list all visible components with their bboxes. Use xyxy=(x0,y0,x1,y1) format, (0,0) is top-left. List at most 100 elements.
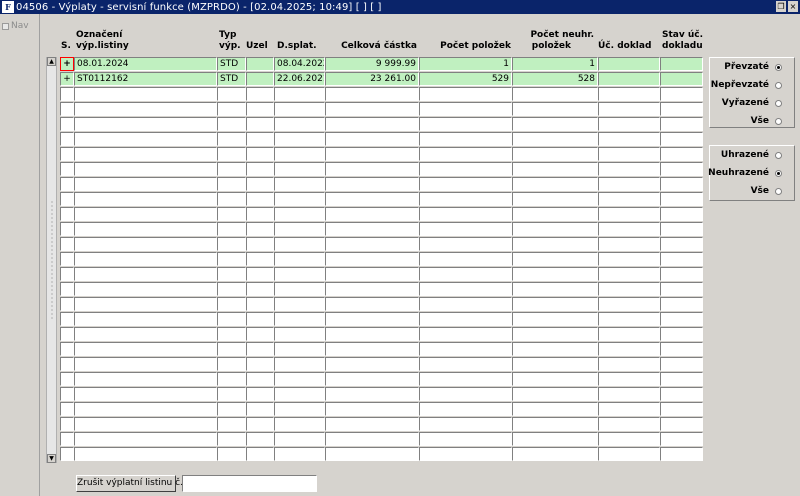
table-cell[interactable] xyxy=(74,297,217,311)
close-icon[interactable]: × xyxy=(788,1,798,12)
table-cell[interactable] xyxy=(60,327,74,341)
table-cell[interactable] xyxy=(512,432,598,446)
table-cell[interactable] xyxy=(60,432,74,446)
table-cell[interactable] xyxy=(246,237,274,251)
table-cell[interactable] xyxy=(419,147,512,161)
radio-button-icon[interactable] xyxy=(775,151,782,159)
table-cell[interactable] xyxy=(60,342,74,356)
table-cell[interactable] xyxy=(246,282,274,296)
table-cell[interactable] xyxy=(60,117,74,131)
table-cell[interactable] xyxy=(74,417,217,431)
table-cell[interactable] xyxy=(60,297,74,311)
table-cell[interactable] xyxy=(274,222,325,236)
table-cell[interactable] xyxy=(274,327,325,341)
table-cell[interactable] xyxy=(598,312,660,326)
table-cell[interactable] xyxy=(660,252,703,266)
cell-pocet[interactable]: 1 xyxy=(419,57,512,71)
table-cell[interactable] xyxy=(419,207,512,221)
table-cell[interactable] xyxy=(274,282,325,296)
table-cell[interactable] xyxy=(60,222,74,236)
table-cell[interactable] xyxy=(512,402,598,416)
table-cell[interactable] xyxy=(74,207,217,221)
table-cell[interactable] xyxy=(246,132,274,146)
table-cell[interactable] xyxy=(60,447,74,461)
table-cell[interactable] xyxy=(60,177,74,191)
table-cell[interactable] xyxy=(325,102,419,116)
cell-dsplat[interactable]: 08.04.2022 xyxy=(274,57,325,71)
table-cell[interactable] xyxy=(217,417,246,431)
table-cell[interactable] xyxy=(419,417,512,431)
cell-neuhr[interactable]: 1 xyxy=(512,57,598,71)
table-cell[interactable] xyxy=(598,117,660,131)
table-cell[interactable] xyxy=(74,387,217,401)
table-cell[interactable] xyxy=(660,357,703,371)
table-cell[interactable] xyxy=(217,102,246,116)
table-cell[interactable] xyxy=(660,117,703,131)
table-cell[interactable] xyxy=(325,372,419,386)
table-cell[interactable] xyxy=(660,267,703,281)
table-cell[interactable] xyxy=(217,447,246,461)
table-cell[interactable] xyxy=(246,357,274,371)
table-cell[interactable] xyxy=(246,327,274,341)
table-cell[interactable] xyxy=(325,117,419,131)
table-cell[interactable] xyxy=(74,357,217,371)
table-cell[interactable] xyxy=(217,327,246,341)
table-cell[interactable] xyxy=(419,267,512,281)
table-cell[interactable] xyxy=(74,162,217,176)
table-cell[interactable] xyxy=(60,102,74,116)
table-cell[interactable] xyxy=(60,267,74,281)
table-cell[interactable] xyxy=(598,147,660,161)
table-cell[interactable] xyxy=(74,372,217,386)
table-cell[interactable] xyxy=(246,252,274,266)
table-cell[interactable] xyxy=(512,447,598,461)
table-cell[interactable] xyxy=(274,192,325,206)
table-cell[interactable] xyxy=(74,267,217,281)
table-cell[interactable] xyxy=(74,117,217,131)
table-cell[interactable] xyxy=(598,237,660,251)
table-cell[interactable] xyxy=(325,297,419,311)
radio-button-icon[interactable] xyxy=(775,81,782,89)
table-cell[interactable] xyxy=(246,372,274,386)
table-cell[interactable] xyxy=(325,432,419,446)
table-cell[interactable] xyxy=(74,87,217,101)
radio-prevzate[interactable]: Převzaté xyxy=(724,62,782,72)
cell-typ[interactable]: STD xyxy=(217,57,246,71)
table-cell[interactable] xyxy=(246,222,274,236)
table-cell[interactable] xyxy=(660,327,703,341)
table-cell[interactable] xyxy=(74,237,217,251)
table-cell[interactable] xyxy=(274,312,325,326)
table-cell[interactable] xyxy=(660,417,703,431)
table-cell[interactable] xyxy=(60,282,74,296)
table-cell[interactable] xyxy=(512,222,598,236)
table-cell[interactable] xyxy=(217,297,246,311)
table-cell[interactable] xyxy=(598,252,660,266)
table-cell[interactable] xyxy=(419,357,512,371)
table-cell[interactable] xyxy=(660,342,703,356)
table-cell[interactable] xyxy=(325,402,419,416)
table-cell[interactable] xyxy=(246,162,274,176)
table-cell[interactable] xyxy=(660,147,703,161)
table-cell[interactable] xyxy=(274,207,325,221)
table-cell[interactable] xyxy=(74,132,217,146)
table-cell[interactable] xyxy=(274,147,325,161)
table-cell[interactable] xyxy=(598,372,660,386)
radio-button-icon[interactable] xyxy=(775,99,782,107)
table-cell[interactable] xyxy=(217,342,246,356)
table-cell[interactable] xyxy=(512,162,598,176)
table-cell[interactable] xyxy=(419,372,512,386)
table-cell[interactable] xyxy=(217,147,246,161)
table-cell[interactable] xyxy=(598,297,660,311)
table-cell[interactable] xyxy=(274,87,325,101)
table-cell[interactable] xyxy=(660,132,703,146)
cell-uc-doklad[interactable] xyxy=(598,72,660,86)
table-cell[interactable] xyxy=(274,177,325,191)
table-cell[interactable] xyxy=(325,327,419,341)
radio-vse-1[interactable]: Vše xyxy=(751,116,782,126)
table-cell[interactable] xyxy=(660,192,703,206)
cell-castka[interactable]: 9 999.99 xyxy=(325,57,419,71)
table-cell[interactable] xyxy=(325,387,419,401)
table-cell[interactable] xyxy=(274,297,325,311)
table-cell[interactable] xyxy=(274,372,325,386)
table-cell[interactable] xyxy=(325,132,419,146)
table-cell[interactable] xyxy=(598,177,660,191)
